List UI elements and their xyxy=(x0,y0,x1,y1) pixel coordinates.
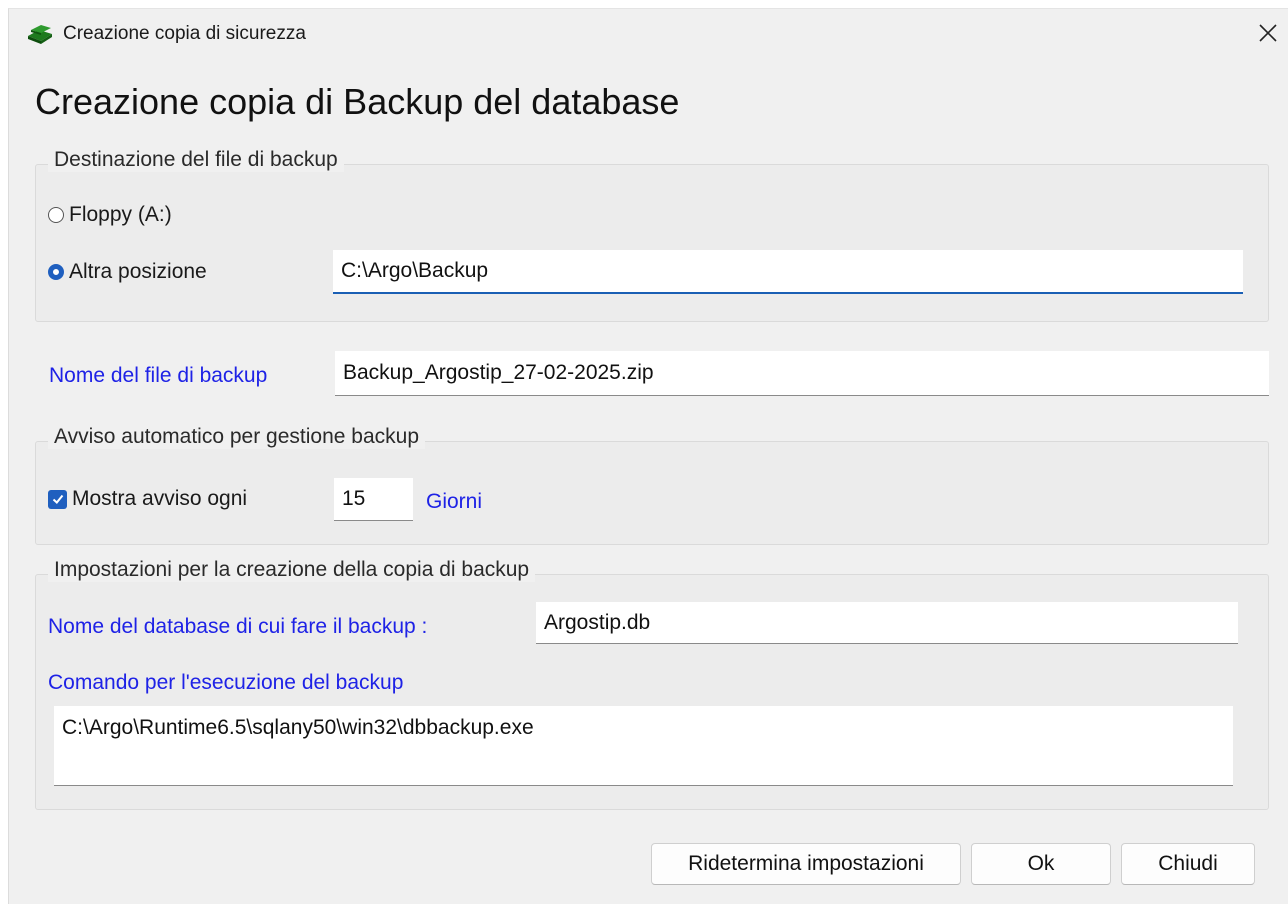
other-location-radio[interactable] xyxy=(48,264,64,280)
backup-command-input[interactable]: C:\Argo\Runtime6.5\sqlany50\win32\dbback… xyxy=(54,706,1233,786)
checkmark-icon xyxy=(52,494,63,504)
other-location-option[interactable]: Altra posizione xyxy=(48,260,207,284)
backup-command-label: Comando per l'esecuzione del backup xyxy=(48,671,404,694)
floppy-label: Floppy (A:) xyxy=(69,203,172,226)
close-window-button[interactable] xyxy=(1247,13,1288,53)
backup-dialog: Creazione copia di sicurezza Creazione c… xyxy=(8,8,1288,904)
destination-legend: Destinazione del file di backup xyxy=(48,148,344,172)
show-reminder-label: Mostra avviso ogni xyxy=(72,487,248,510)
show-reminder-checkbox[interactable] xyxy=(48,489,67,509)
settings-group: Impostazioni per la creazione della copi… xyxy=(35,558,1269,810)
database-name-input[interactable]: Argostip.db xyxy=(536,602,1238,644)
destination-group: Destinazione del file di backup Floppy (… xyxy=(35,148,1269,322)
close-icon xyxy=(1259,24,1277,42)
ok-button[interactable]: Ok xyxy=(971,843,1111,885)
title-bar: Creazione copia di sicurezza xyxy=(9,9,1288,57)
database-name-label: Nome del database di cui fare il backup … xyxy=(48,615,428,638)
app-icon xyxy=(25,23,55,45)
filename-input[interactable]: Backup_Argostip_27-02-2025.zip xyxy=(335,351,1269,396)
reminder-legend: Avviso automatico per gestione backup xyxy=(48,425,425,449)
reminder-days-input[interactable]: 15 xyxy=(334,478,413,521)
reminder-group: Avviso automatico per gestione backup Mo… xyxy=(35,425,1269,545)
close-button[interactable]: Chiudi xyxy=(1121,843,1255,885)
filename-label: Nome del file di backup xyxy=(49,364,268,387)
floppy-option[interactable]: Floppy (A:) xyxy=(48,203,172,227)
settings-legend: Impostazioni per la creazione della copi… xyxy=(48,558,536,582)
floppy-radio[interactable] xyxy=(48,207,64,223)
reset-settings-button[interactable]: Ridetermina impostazioni xyxy=(651,843,961,885)
dialog-heading: Creazione copia di Backup del database xyxy=(35,81,680,122)
other-location-label: Altra posizione xyxy=(69,260,207,283)
backup-path-input[interactable]: C:\Argo\Backup xyxy=(333,250,1243,294)
show-reminder-option[interactable]: Mostra avviso ogni xyxy=(48,487,247,511)
days-unit-label: Giorni xyxy=(426,490,483,513)
window-title: Creazione copia di sicurezza xyxy=(63,23,306,44)
